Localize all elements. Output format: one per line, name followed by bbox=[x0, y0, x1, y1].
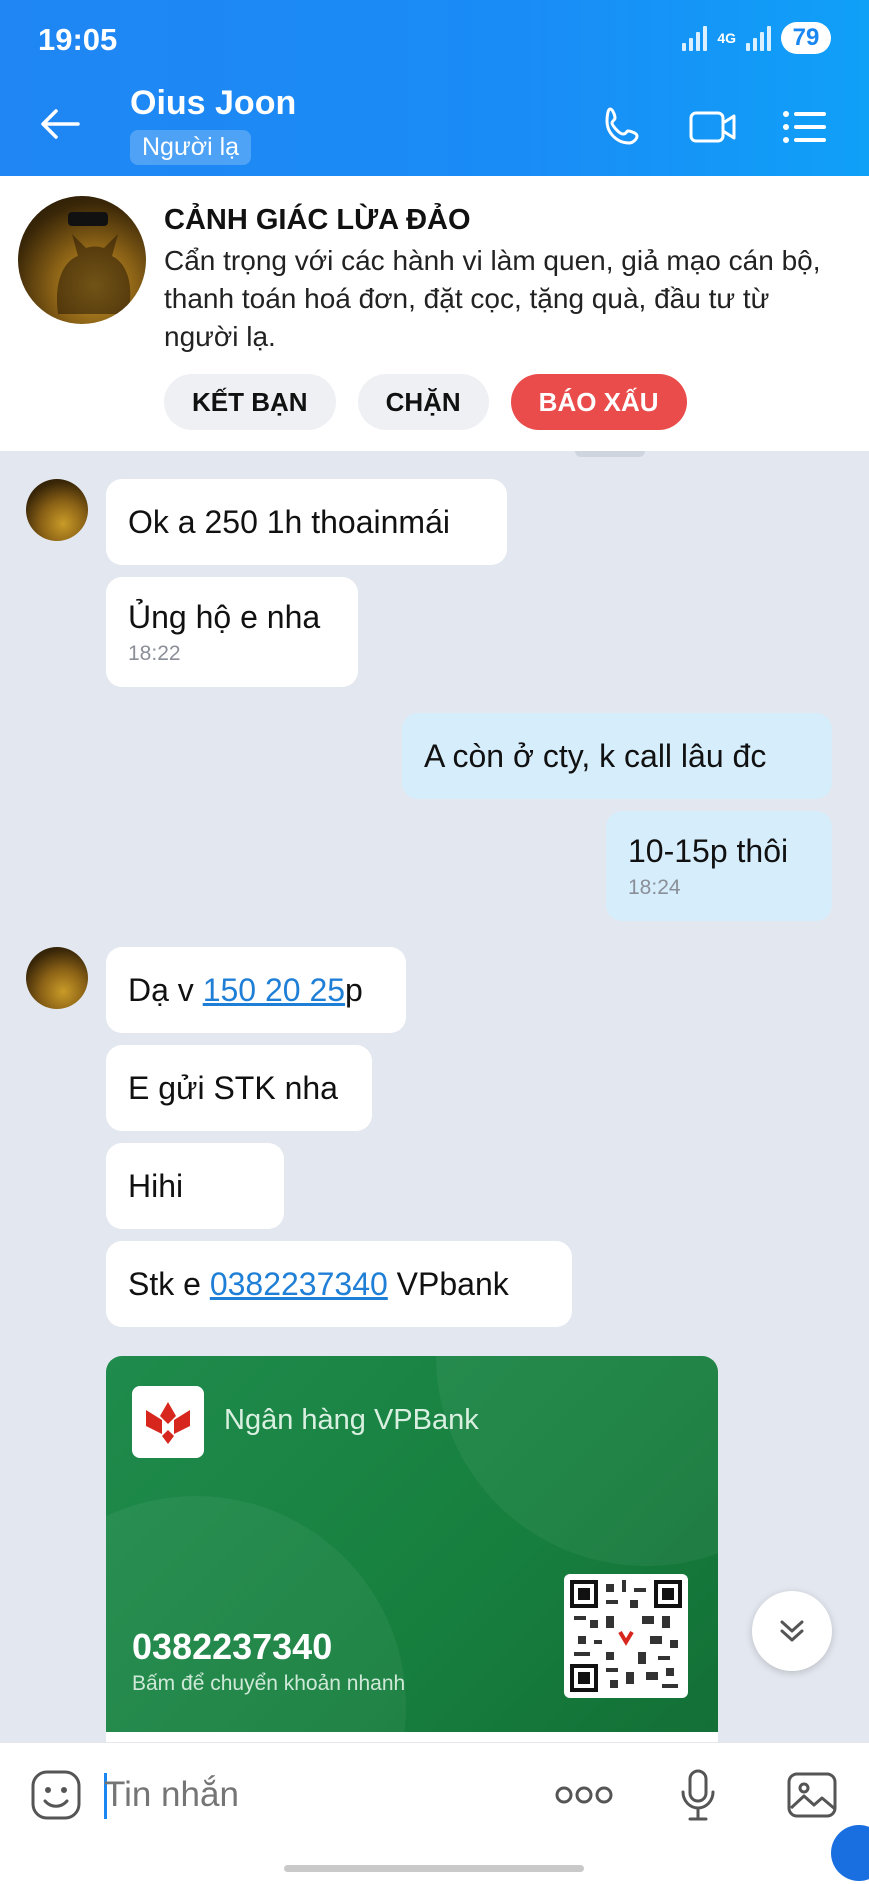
sender-avatar[interactable] bbox=[26, 947, 88, 1009]
video-camera-icon bbox=[689, 111, 736, 143]
signal-icon-2 bbox=[746, 25, 771, 51]
message-bubble-outgoing[interactable]: 10-15p thôi 18:24 bbox=[606, 811, 832, 921]
message-text-prefix: Stk e bbox=[128, 1265, 210, 1302]
cat-silhouette bbox=[56, 212, 131, 314]
scam-warning-card: CẢNH GIÁC LỪA ĐẢO Cẩn trọng với các hành… bbox=[0, 176, 869, 451]
account-number: 0382237340 bbox=[132, 1626, 333, 1667]
message-bubble[interactable]: Dạ v 150 20 25p bbox=[106, 947, 406, 1033]
message-text-prefix: Dạ v bbox=[128, 971, 203, 1008]
microphone-icon bbox=[681, 1769, 715, 1821]
message-link[interactable]: 0382237340 bbox=[210, 1266, 388, 1302]
voice-call-button[interactable] bbox=[596, 100, 650, 154]
double-chevron-down-icon bbox=[780, 1620, 804, 1642]
warning-title: CẢNH GIÁC LỪA ĐẢO bbox=[164, 204, 471, 236]
network-type: 4G bbox=[717, 30, 736, 46]
message-bubble[interactable]: Stk e 0382237340 VPbank bbox=[106, 1241, 572, 1327]
card-decoration bbox=[106, 1496, 406, 1742]
message-text-suffix: VPbank bbox=[387, 1265, 509, 1302]
message-text: A còn ở cty, k call lâu đc bbox=[424, 737, 767, 774]
message-text: Ủng hộ e nha bbox=[128, 598, 321, 635]
scroll-to-bottom-button[interactable] bbox=[752, 1591, 832, 1671]
battery-level: 79 bbox=[781, 22, 831, 54]
status-bar-right: 4G 79 bbox=[682, 22, 831, 54]
message-bubble[interactable]: E gửi STK nha bbox=[106, 1045, 372, 1131]
message-link[interactable]: 150 20 25 bbox=[203, 972, 345, 1008]
bank-transfer-card[interactable]: Ngân hàng VPBank 0382237340 Bấm để chuyể… bbox=[106, 1356, 718, 1742]
contact-avatar[interactable] bbox=[18, 196, 146, 324]
signal-icon bbox=[682, 25, 708, 51]
floating-chat-bubble[interactable] bbox=[831, 1825, 869, 1881]
qr-code[interactable] bbox=[564, 1574, 688, 1698]
message-input[interactable] bbox=[104, 1771, 524, 1819]
bank-name: Ngân hàng VPBank bbox=[224, 1404, 479, 1436]
warning-text: Cẩn trọng với các hành vi làm quen, giả … bbox=[164, 245, 821, 352]
message-bubble[interactable]: Hihi bbox=[106, 1143, 284, 1229]
message-bubble[interactable]: Ủng hộ e nha 18:22 bbox=[106, 577, 358, 687]
warning-actions: KẾT BẠN CHẶN BÁO XẤU bbox=[164, 374, 687, 430]
home-indicator bbox=[284, 1865, 584, 1872]
card-decoration bbox=[436, 1356, 718, 1566]
image-button[interactable] bbox=[782, 1765, 842, 1825]
image-icon bbox=[787, 1772, 837, 1818]
message-bubble[interactable]: Ok a 250 1h thoainmái bbox=[106, 479, 507, 565]
chat-header: 19:05 4G 79 Oius Joon Người lạ bbox=[0, 0, 869, 176]
phone-icon bbox=[605, 107, 639, 145]
vpbank-flower-icon bbox=[146, 1402, 190, 1444]
list-menu-icon bbox=[783, 111, 826, 143]
message-text: Dạ v 150 20 25p bbox=[128, 972, 384, 1009]
block-button[interactable]: CHẶN bbox=[357, 374, 489, 430]
back-button[interactable] bbox=[36, 100, 84, 148]
message-bubble-outgoing[interactable]: A còn ở cty, k call lâu đc bbox=[402, 713, 832, 799]
message-text: Hihi bbox=[128, 1167, 184, 1204]
menu-button[interactable] bbox=[778, 100, 832, 154]
qr-code-icon bbox=[570, 1580, 682, 1692]
transfer-hint: Bấm để chuyển khoản nhanh bbox=[132, 1672, 406, 1695]
report-button[interactable]: BÁO XẤU bbox=[510, 374, 687, 430]
back-arrow-icon bbox=[41, 109, 80, 139]
stranger-badge: Người lạ bbox=[130, 130, 252, 165]
message-time: 18:22 bbox=[128, 641, 181, 665]
add-friend-button[interactable]: KẾT BẠN bbox=[164, 374, 336, 430]
message-text: E gửi STK nha bbox=[128, 1069, 338, 1106]
sticker-button[interactable] bbox=[26, 1765, 86, 1825]
status-time: 19:05 bbox=[38, 22, 118, 57]
vpbank-logo-icon bbox=[132, 1386, 204, 1458]
message-input-bar bbox=[0, 1742, 869, 1884]
more-options-button[interactable] bbox=[554, 1765, 614, 1825]
video-call-button[interactable] bbox=[686, 100, 740, 154]
message-text: 10-15p thôi bbox=[628, 832, 789, 869]
message-text: Stk e 0382237340 VPbank bbox=[128, 1266, 550, 1303]
emoji-icon bbox=[31, 1770, 81, 1820]
sender-avatar[interactable] bbox=[26, 479, 88, 541]
message-list[interactable]: Ok a 250 1h thoainmái Ủng hộ e nha 18:22… bbox=[0, 451, 869, 1742]
card-footer bbox=[106, 1732, 718, 1742]
message-text: Ok a 250 1h thoainmái bbox=[128, 503, 450, 540]
message-text-suffix: p bbox=[345, 971, 363, 1008]
contact-name[interactable]: Oius Joon bbox=[130, 84, 296, 123]
message-time: 18:24 bbox=[628, 875, 681, 899]
more-dots-icon bbox=[555, 1786, 613, 1804]
voice-message-button[interactable] bbox=[668, 1765, 728, 1825]
scroll-notch bbox=[575, 451, 645, 457]
